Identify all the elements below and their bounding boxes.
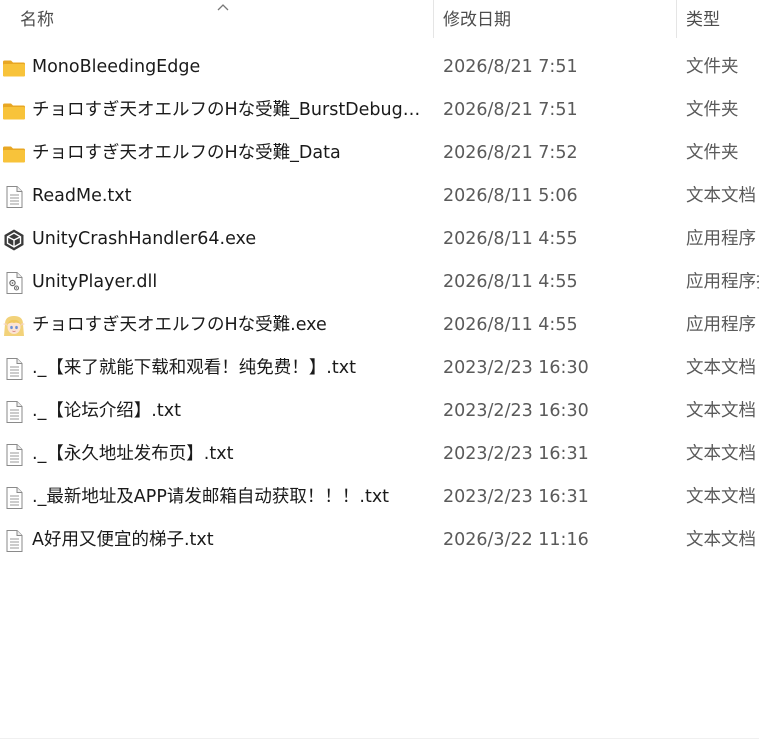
file-row[interactable]: A好用又便宜的梯子.txt 2026/3/22 11:16 文本文档	[0, 519, 759, 562]
file-type: 文件夹	[686, 100, 739, 120]
file-name: ReadMe.txt	[32, 186, 132, 206]
file-name: チョロすぎ天オエルフのHな受難.exe	[32, 315, 327, 335]
file-date: 2026/8/11 5:06	[443, 186, 578, 206]
file-type: 文本文档	[686, 530, 756, 550]
file-list: MonoBleedingEdge 2026/8/21 7:51 文件夹 チョロす…	[0, 46, 759, 562]
file-row[interactable]: ReadMe.txt 2026/8/11 5:06 文本文档	[0, 175, 759, 218]
file-date: 2026/8/21 7:51	[443, 57, 578, 77]
file-type: 文件夹	[686, 143, 739, 163]
column-divider[interactable]	[676, 0, 677, 38]
file-type: 文本文档	[686, 358, 756, 378]
file-type: 应用程序	[686, 229, 756, 249]
file-row[interactable]: チョロすぎ天オエルフのHな受難.exe 2026/8/11 4:55 应用程序	[0, 304, 759, 347]
elf-app-icon	[2, 314, 26, 338]
file-name: UnityCrashHandler64.exe	[32, 229, 257, 249]
file-date: 2023/2/23 16:31	[443, 444, 589, 464]
file-row[interactable]: チョロすぎ天オエルフのHな受難_Data 2026/8/21 7:52 文件夹	[0, 132, 759, 175]
file-row[interactable]: UnityPlayer.dll 2026/8/11 4:55 应用程序扩展	[0, 261, 759, 304]
file-type: 文本文档	[686, 444, 756, 464]
file-name: UnityPlayer.dll	[32, 272, 158, 292]
unity-icon	[2, 228, 26, 252]
file-date: 2026/8/21 7:51	[443, 100, 578, 120]
file-row[interactable]: MonoBleedingEdge 2026/8/21 7:51 文件夹	[0, 46, 759, 89]
file-name: チョロすぎ天オエルフのHな受難_BurstDebug…	[32, 100, 421, 120]
file-name: ._【来了就能下载和观看！纯免费！】.txt	[32, 358, 356, 378]
file-type: 文本文档	[686, 487, 756, 507]
column-header: 名称 修改日期 类型	[0, 0, 759, 40]
folder-icon	[2, 142, 26, 166]
dll-file-icon	[2, 271, 26, 295]
file-name: チョロすぎ天オエルフのHな受難_Data	[32, 143, 341, 163]
file-name: MonoBleedingEdge	[32, 57, 201, 77]
file-explorer: 名称 修改日期 类型 MonoBleedingEdge 2026/8/21 7:…	[0, 0, 759, 741]
file-row[interactable]: チョロすぎ天オエルフのHな受難_BurstDebug… 2026/8/21 7:…	[0, 89, 759, 132]
folder-icon	[2, 56, 26, 80]
file-type: 文本文档	[686, 401, 756, 421]
file-row[interactable]: ._最新地址及APP请发邮箱自动获取！！！.txt 2023/2/23 16:3…	[0, 476, 759, 519]
file-row[interactable]: ._【永久地址发布页】.txt 2023/2/23 16:31 文本文档	[0, 433, 759, 476]
file-type: 文本文档	[686, 186, 756, 206]
file-type: 应用程序	[686, 315, 756, 335]
file-date: 2026/8/21 7:52	[443, 143, 578, 163]
file-date: 2023/2/23 16:30	[443, 401, 589, 421]
file-row[interactable]: UnityCrashHandler64.exe 2026/8/11 4:55 应…	[0, 218, 759, 261]
text-file-icon	[2, 357, 26, 381]
column-header-date[interactable]: 修改日期	[443, 0, 673, 40]
file-name: ._【论坛介绍】.txt	[32, 401, 181, 421]
file-name: A好用又便宜的梯子.txt	[32, 530, 214, 550]
file-date: 2026/3/22 11:16	[443, 530, 589, 550]
file-date: 2026/8/11 4:55	[443, 229, 578, 249]
file-name: ._最新地址及APP请发邮箱自动获取！！！.txt	[32, 487, 390, 507]
file-date: 2026/8/11 4:55	[443, 272, 578, 292]
file-row[interactable]: ._【论坛介绍】.txt 2023/2/23 16:30 文本文档	[0, 390, 759, 433]
file-date: 2023/2/23 16:31	[443, 487, 589, 507]
text-file-icon	[2, 529, 26, 553]
column-header-name[interactable]: 名称	[20, 0, 430, 40]
file-date: 2023/2/23 16:30	[443, 358, 589, 378]
divider	[0, 738, 759, 739]
column-divider[interactable]	[433, 0, 434, 38]
file-row[interactable]: ._【来了就能下载和观看！纯免费！】.txt 2023/2/23 16:30 文…	[0, 347, 759, 390]
file-name: ._【永久地址发布页】.txt	[32, 444, 234, 464]
text-file-icon	[2, 185, 26, 209]
text-file-icon	[2, 443, 26, 467]
column-header-type[interactable]: 类型	[686, 0, 759, 40]
text-file-icon	[2, 400, 26, 424]
file-type: 应用程序扩展	[686, 272, 759, 292]
text-file-icon	[2, 486, 26, 510]
folder-icon	[2, 99, 26, 123]
file-type: 文件夹	[686, 57, 739, 77]
file-date: 2026/8/11 4:55	[443, 315, 578, 335]
